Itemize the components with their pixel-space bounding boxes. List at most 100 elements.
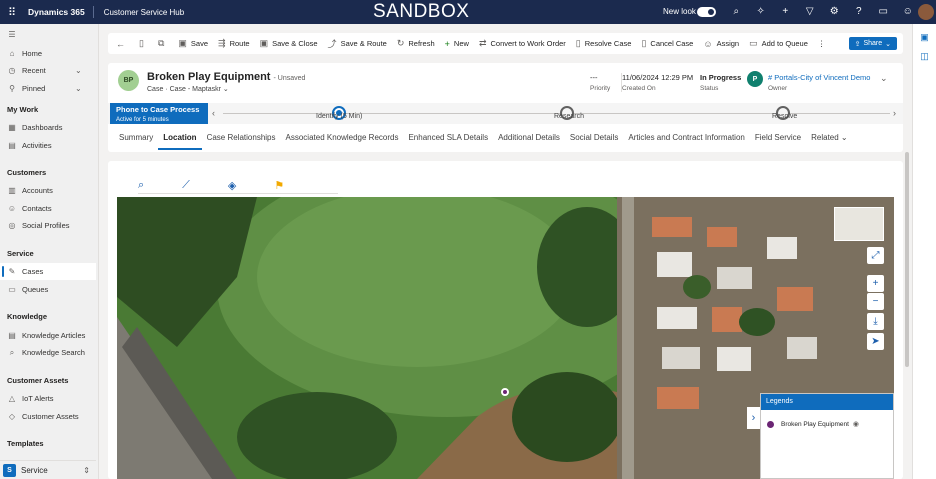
zoom-in-button[interactable]: +: [867, 275, 884, 292]
lightbulb-icon[interactable]: ✧: [749, 0, 774, 24]
tab-location[interactable]: Location: [158, 128, 202, 150]
section-heading: Service: [7, 249, 34, 258]
convert-icon: ⇄: [478, 38, 487, 48]
sidebar-item-recent[interactable]: ◷ Recent ⌄: [0, 62, 96, 79]
sidebar-item-knowledge-search[interactable]: ⌕ Knowledge Search: [0, 344, 96, 361]
teams-chat-icon[interactable]: ◫: [913, 51, 936, 62]
zoom-out-button[interactable]: −: [867, 293, 884, 310]
app-launcher-icon[interactable]: ⠿: [0, 0, 24, 24]
add-to-queue-button[interactable]: ▭ Add to Queue: [744, 33, 813, 54]
page-scrollbar[interactable]: [905, 152, 909, 367]
copilot-icon[interactable]: ▣: [913, 32, 936, 43]
save-close-icon: ▣: [259, 38, 269, 48]
convert-work-order-button[interactable]: ⇄ Convert to Work Order: [474, 33, 571, 54]
locate-icon[interactable]: ➤: [867, 333, 884, 350]
assign-button[interactable]: ☺ Assign: [698, 33, 744, 54]
expand-header-icon[interactable]: ⌄: [880, 73, 888, 84]
sidebar-item-dashboards[interactable]: ▦ Dashboards: [0, 119, 96, 136]
form-selector[interactable]: Case - Maptaskr: [170, 86, 221, 93]
top-bar: ⠿ Dynamics 365 Customer Service Hub SAND…: [0, 0, 936, 24]
save-close-button[interactable]: ▣ Save & Close: [255, 33, 323, 54]
sidebar-item-label: Dashboards: [22, 123, 63, 132]
sidebar-item-activities[interactable]: ▤ Activities: [0, 137, 96, 154]
sidebar-item-customer-assets[interactable]: ◇ Customer Assets: [0, 408, 96, 425]
basemap-thumbnail[interactable]: [834, 207, 884, 241]
sidebar-item-accounts[interactable]: ▥ Accounts: [0, 182, 96, 199]
eye-icon[interactable]: ◉: [853, 420, 859, 428]
sidebar-item-label: Pinned: [22, 84, 46, 93]
sidebar-item-label: Recent: [22, 66, 46, 75]
section-heading: My Work: [7, 105, 39, 114]
hamburger-icon: ☰: [8, 30, 16, 39]
sidebar-item-home[interactable]: ⌂ Home: [0, 45, 96, 62]
sidebar-item-contacts[interactable]: ☺ Contacts: [0, 200, 96, 217]
tab-field-service[interactable]: Field Service: [750, 128, 806, 150]
sidebar-item-cases[interactable]: ✎ Cases: [0, 263, 96, 280]
smile-icon[interactable]: ☺: [896, 0, 921, 24]
activities-icon: ▤: [8, 141, 16, 150]
sidebar-item-iot-alerts[interactable]: △ IoT Alerts: [0, 390, 96, 407]
tab-associated-knowledge[interactable]: Associated Knowledge Records: [281, 128, 404, 150]
process-stage-button[interactable]: Phone to Case Process Active for 5 minut…: [110, 103, 208, 124]
filter-icon[interactable]: ▽: [798, 0, 823, 24]
refresh-button[interactable]: ↻ Refresh: [392, 33, 440, 54]
new-look-toggle[interactable]: [697, 7, 716, 17]
area-label: Service: [21, 465, 48, 475]
chevron-left-icon[interactable]: ‹: [212, 108, 215, 118]
cancel-case-button[interactable]: ▯ Cancel Case: [636, 33, 698, 54]
toolbar-divider: [138, 193, 338, 194]
sidebar-item-label: Activities: [22, 141, 52, 150]
tab-case-relationships[interactable]: Case Relationships: [202, 128, 281, 150]
route-button[interactable]: ⇶ Route: [213, 33, 255, 54]
save-button[interactable]: ▣ Save: [173, 33, 213, 54]
share-button[interactable]: ⇪ Share ⌄: [848, 37, 897, 50]
resolve-icon: ▯: [575, 38, 581, 48]
sidebar-menu-toggle[interactable]: ☰: [0, 26, 96, 43]
map-canvas[interactable]: ⤢ + − ⤓ ➤ › Legends Broken Play Equipmen…: [117, 197, 894, 479]
search-icon[interactable]: ⌕: [724, 0, 749, 24]
chevron-down-icon[interactable]: ⌄: [223, 86, 229, 93]
brand-name[interactable]: Dynamics 365: [24, 6, 94, 18]
popout-button[interactable]: ⧉: [153, 33, 173, 54]
chevron-down-icon[interactable]: ⌄: [75, 84, 82, 93]
sidebar-item-knowledge-articles[interactable]: ▤ Knowledge Articles: [0, 327, 96, 344]
sidebar-item-queues[interactable]: ▭ Queues: [0, 281, 96, 298]
legend-item-label: Broken Play Equipment: [781, 420, 849, 428]
tab-summary[interactable]: Summary: [114, 128, 158, 150]
search-icon[interactable]: ⌕: [138, 179, 144, 192]
ruler-icon[interactable]: ⟋: [182, 179, 190, 192]
chevron-right-icon[interactable]: ›: [893, 108, 896, 118]
plus-icon[interactable]: +: [773, 0, 798, 24]
layers-icon[interactable]: ◈: [228, 179, 236, 192]
save-route-button[interactable]: ⤴ Save & Route: [323, 33, 392, 54]
gear-icon[interactable]: ⚙: [822, 0, 847, 24]
sidebar-item-social-profiles[interactable]: ◎ Social Profiles: [0, 217, 96, 234]
sidebar-item-label: Social Profiles: [22, 221, 70, 230]
owner-field[interactable]: # Portals-City of Vincent Demo Owner: [768, 73, 870, 92]
more-commands-button[interactable]: ⋮: [813, 33, 831, 54]
pin-icon: ⚲: [9, 84, 15, 93]
chevron-down-icon[interactable]: ⌄: [75, 66, 82, 75]
download-icon[interactable]: ⤓: [867, 313, 884, 330]
tab-additional-details[interactable]: Additional Details: [493, 128, 565, 150]
case-location-marker[interactable]: [501, 388, 509, 396]
back-button[interactable]: ←: [108, 33, 134, 54]
help-icon[interactable]: ?: [847, 0, 872, 24]
resolve-case-button[interactable]: ▯ Resolve Case: [571, 33, 637, 54]
legend-collapse-button[interactable]: ›: [747, 407, 760, 429]
new-button[interactable]: + New: [440, 33, 474, 54]
tab-articles-contract[interactable]: Articles and Contract Information: [623, 128, 750, 150]
form-view-button[interactable]: ▯: [134, 33, 153, 54]
sidebar-item-pinned[interactable]: ⚲ Pinned ⌄: [0, 80, 96, 97]
tab-social-details[interactable]: Social Details: [565, 128, 623, 150]
tab-enhanced-sla[interactable]: Enhanced SLA Details: [403, 128, 493, 150]
area-switcher[interactable]: S Service ⇕: [0, 460, 96, 479]
draw-flag-icon[interactable]: ⚑: [274, 179, 284, 192]
user-avatar[interactable]: [918, 4, 934, 20]
tab-related[interactable]: Related ⌄: [806, 128, 853, 150]
app-name[interactable]: Customer Service Hub: [94, 8, 184, 17]
popout-icon: ⧉: [157, 38, 165, 48]
chat-icon[interactable]: ▭: [871, 0, 896, 24]
fullscreen-button[interactable]: ⤢: [867, 247, 884, 264]
sidebar-item-label: Cases: [22, 267, 44, 276]
